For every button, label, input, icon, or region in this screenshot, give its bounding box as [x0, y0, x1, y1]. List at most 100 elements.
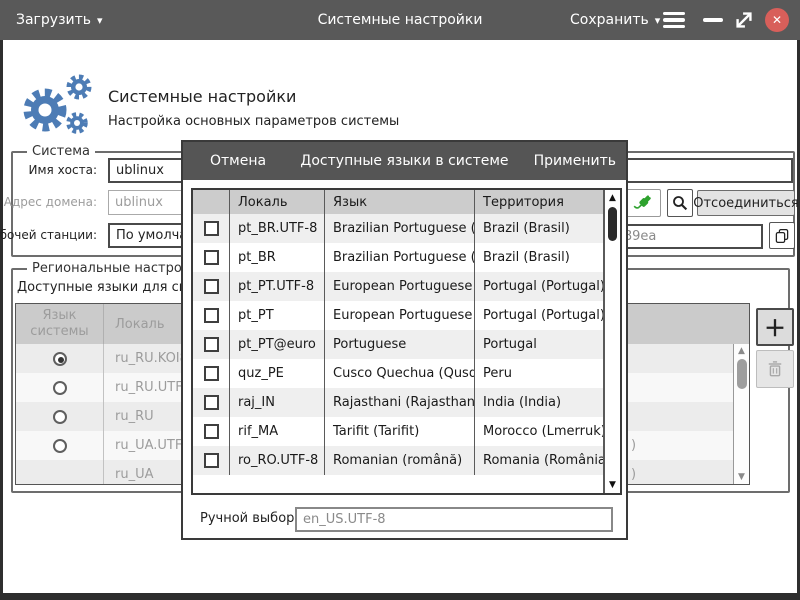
hostname-label: Имя хоста: — [29, 163, 98, 177]
locale-checkbox[interactable] — [204, 308, 219, 323]
locale-row[interactable]: pt_BRBrazilian Portuguese (português do … — [193, 243, 603, 272]
domain-label: Адрес домена: — [4, 195, 97, 209]
delete-language-button[interactable] — [756, 350, 794, 388]
locales-table-header: Локаль Язык Территория — [193, 190, 603, 214]
disconnect-button[interactable]: Отсоединиться — [697, 190, 795, 216]
copy-id-button[interactable] — [769, 222, 795, 249]
locale-checkbox[interactable] — [204, 279, 219, 294]
locale-cell: rif_MA — [230, 417, 325, 446]
territory-cell: Portugal — [475, 330, 603, 359]
search-button[interactable] — [667, 189, 693, 217]
page-title: Системные настройки — [108, 87, 296, 106]
titlebar: Загрузить ▾ Системные настройки Сохранит… — [0, 0, 800, 40]
plus-icon: ＋ — [764, 311, 786, 343]
app-window: Загрузить ▾ Системные настройки Сохранит… — [0, 0, 800, 600]
plug-icon — [632, 192, 654, 214]
gears-icon — [15, 74, 101, 138]
locale-row[interactable]: ro_RO.UTF-8Romanian (română)Romania (Rom… — [193, 446, 603, 475]
page-subtitle: Настройка основных параметров системы — [108, 114, 399, 129]
close-button[interactable]: ✕ — [765, 0, 789, 40]
column-language-system: Язык системы — [16, 304, 104, 344]
resize-icon — [733, 9, 755, 31]
apply-button[interactable]: Применить — [534, 142, 616, 180]
language-cell: Brazilian Portuguese (português do Brasi… — [325, 243, 475, 272]
minimize-icon — [703, 18, 723, 22]
content-area: Системные настройки Настройка основных п… — [0, 40, 800, 600]
locale-checkbox[interactable] — [204, 453, 219, 468]
workstation-id-label: ID рабочей станции: — [0, 228, 97, 242]
menu-button[interactable] — [663, 0, 685, 40]
locale-checkbox[interactable] — [204, 221, 219, 236]
territory-cell: Peru — [475, 359, 603, 388]
locale-cell: pt_PT@euro — [230, 330, 325, 359]
caret-down-icon: ▾ — [655, 14, 661, 27]
save-menu-label: Сохранить — [570, 12, 649, 28]
disconnect-label: Отсоединиться — [693, 196, 799, 211]
locale-checkbox[interactable] — [204, 395, 219, 410]
save-menu-button[interactable]: Сохранить ▾ — [570, 0, 660, 40]
scroll-up-icon[interactable]: ▲ — [734, 345, 749, 357]
locale-row[interactable]: quz_PECusco Quechua (Qusqu runasimi)Peru — [193, 359, 603, 388]
locales-scrollbar[interactable]: ▲ ▼ — [603, 190, 620, 493]
locale-row[interactable]: pt_BR.UTF-8Brazilian Portuguese (portugu… — [193, 214, 603, 243]
locale-row[interactable]: rif_MATarifit (Tarifit)Morocco (Lmerruk) — [193, 417, 603, 446]
locales-table: Локаль Язык Территория pt_BR.UTF-8Brazil… — [191, 188, 622, 495]
locale-cell: pt_PT.UTF-8 — [230, 272, 325, 301]
search-icon — [671, 194, 689, 212]
locale-checkbox[interactable] — [204, 424, 219, 439]
language-cell: European Portuguese (português europeu) — [325, 301, 475, 330]
language-cell: Tarifit (Tarifit) — [325, 417, 475, 446]
system-languages-scrollbar[interactable]: ▲ ▼ — [733, 344, 749, 484]
locale-row[interactable]: pt_PTEuropean Portuguese (português euro… — [193, 301, 603, 330]
locale-row[interactable]: pt_PT.UTF-8European Portuguese (portuguê… — [193, 272, 603, 301]
locale-row[interactable]: pt_PT@euroPortuguesePortugal — [193, 330, 603, 359]
territory-cell: Morocco (Lmerruk) — [475, 417, 603, 446]
language-radio[interactable] — [53, 381, 67, 395]
hamburger-icon — [663, 12, 685, 29]
locale-cell: pt_BR.UTF-8 — [230, 214, 325, 243]
connect-button[interactable] — [625, 189, 661, 217]
add-language-button[interactable]: ＋ — [756, 308, 794, 346]
locale-row[interactable]: raj_INRajasthani (Rajasthani)India (Indi… — [193, 388, 603, 417]
trash-icon — [765, 359, 785, 379]
locale-checkbox[interactable] — [204, 250, 219, 265]
available-languages-dialog: Отмена Доступные языки в системе Примени… — [181, 140, 628, 540]
language-cell: Brazilian Portuguese (português do Brasi… — [325, 214, 475, 243]
scrollbar-thumb[interactable] — [608, 207, 617, 241]
column-territory: Территория — [475, 190, 603, 214]
locale-cell: ro_RO.UTF-8 — [230, 446, 325, 475]
minimize-button[interactable] — [703, 0, 723, 40]
locale-checkbox[interactable] — [204, 366, 219, 381]
hidden-column-tail: ) — [631, 460, 636, 485]
territory-cell: Brazil (Brasil) — [475, 243, 603, 272]
resize-button[interactable] — [733, 0, 755, 40]
territory-cell: Brazil (Brasil) — [475, 214, 603, 243]
locale-cell: raj_IN — [230, 388, 325, 417]
language-cell: Rajasthani (Rajasthani) — [325, 388, 475, 417]
territory-cell: India (India) — [475, 388, 603, 417]
dialog-header: Отмена Доступные языки в системе Примени… — [183, 142, 626, 180]
locale-cell: quz_PE — [230, 359, 325, 388]
language-radio[interactable] — [53, 410, 67, 424]
language-radio[interactable] — [53, 439, 67, 453]
language-cell: European Portuguese (português europeu) — [325, 272, 475, 301]
column-locale: Локаль — [230, 190, 325, 214]
scrollbar-thumb[interactable] — [737, 359, 747, 389]
scroll-down-icon[interactable]: ▼ — [605, 479, 620, 491]
close-icon: ✕ — [772, 13, 782, 27]
locale-checkbox[interactable] — [204, 337, 219, 352]
manual-select-label: Ручной выбор: — [200, 511, 299, 526]
system-legend: Система — [27, 144, 95, 159]
copy-icon — [773, 227, 791, 245]
locale-cell: pt_BR — [230, 243, 325, 272]
hidden-column-tail: ) — [631, 431, 636, 460]
territory-cell: Romania (România) — [475, 446, 603, 475]
language-cell: Portuguese — [325, 330, 475, 359]
scroll-down-icon[interactable]: ▼ — [734, 471, 749, 483]
locale-cell: pt_PT — [230, 301, 325, 330]
manual-select-input[interactable] — [295, 507, 613, 532]
language-radio[interactable] — [53, 352, 67, 366]
column-language: Язык — [325, 190, 475, 214]
territory-cell: Portugal (Portugal) — [475, 301, 603, 330]
scroll-up-icon[interactable]: ▲ — [605, 192, 620, 204]
